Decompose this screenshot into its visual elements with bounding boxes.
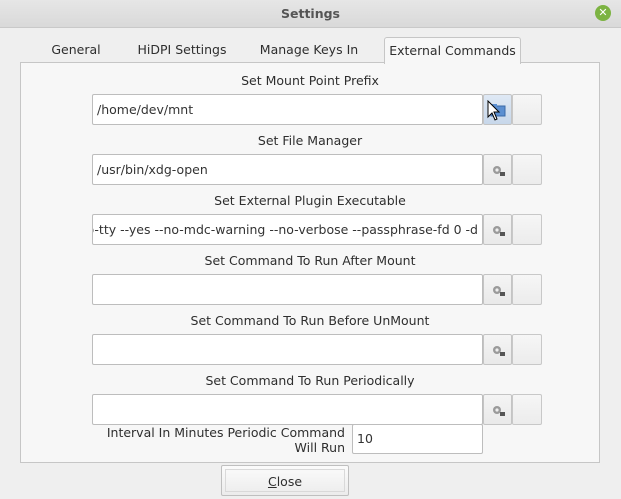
plugin-browse-button[interactable]	[483, 214, 512, 245]
gear-icon	[493, 406, 505, 416]
mouse-cursor-icon	[487, 100, 501, 121]
title-bar: Settings ✕	[0, 0, 621, 28]
interval-value: 10	[357, 431, 373, 446]
gear-icon	[493, 286, 505, 296]
tab-general-options[interactable]: General Options	[27, 38, 125, 81]
periodic-label: Set Command To Run Periodically	[205, 373, 415, 388]
gear-icon	[493, 166, 505, 176]
before-unmount-label: Set Command To Run Before UnMount	[190, 313, 430, 328]
tab-external-commands[interactable]: External Commands	[384, 37, 521, 64]
periodic-field[interactable]	[92, 394, 483, 425]
file-manager-field[interactable]: /usr/bin/xdg-open	[92, 154, 483, 185]
after-mount-browse-button[interactable]	[483, 274, 512, 305]
file-manager-value: /usr/bin/xdg-open	[97, 162, 208, 177]
periodic-extra-button[interactable]	[512, 394, 542, 425]
before-unmount-extra-button[interactable]	[512, 334, 542, 365]
window-close-button[interactable]: ✕	[595, 5, 611, 21]
tab-hidpi-settings[interactable]: HiDPI Settings	[137, 38, 227, 62]
plugin-label: Set External Plugin Executable	[214, 193, 406, 208]
plugin-field[interactable]: g --no-tty --yes --no-mdc-warning --no-v…	[92, 214, 483, 245]
file-manager-browse-button[interactable]	[483, 154, 512, 185]
before-unmount-field[interactable]	[92, 334, 483, 365]
mount-prefix-field[interactable]: /home/dev/mnt	[92, 94, 483, 125]
mount-prefix-label: Set Mount Point Prefix	[241, 73, 379, 88]
mount-prefix-value: /home/dev/mnt	[97, 102, 194, 117]
file-manager-label: Set File Manager	[257, 133, 363, 148]
window-title: Settings	[280, 6, 340, 21]
close-button[interactable]: Close	[221, 465, 349, 496]
after-mount-label: Set Command To Run After Mount	[204, 253, 416, 268]
before-unmount-browse-button[interactable]	[483, 334, 512, 365]
after-mount-extra-button[interactable]	[512, 274, 542, 305]
plugin-extra-button[interactable]	[512, 214, 542, 245]
close-button-label: Close	[267, 474, 303, 489]
close-icon: ✕	[598, 6, 608, 19]
mount-prefix-extra-button[interactable]	[512, 94, 542, 125]
file-manager-extra-button[interactable]	[512, 154, 542, 185]
interval-label: Interval In Minutes Periodic Command Wil…	[106, 425, 345, 455]
plugin-value: g --no-tty --yes --no-mdc-warning --no-v…	[92, 222, 478, 237]
gear-icon	[493, 346, 505, 356]
tab-manage-keys[interactable]: Manage Keys In Wallets	[237, 38, 381, 81]
periodic-browse-button[interactable]	[483, 394, 512, 425]
interval-field[interactable]: 10	[352, 424, 483, 454]
gear-icon	[493, 226, 505, 236]
after-mount-field[interactable]	[92, 274, 483, 305]
